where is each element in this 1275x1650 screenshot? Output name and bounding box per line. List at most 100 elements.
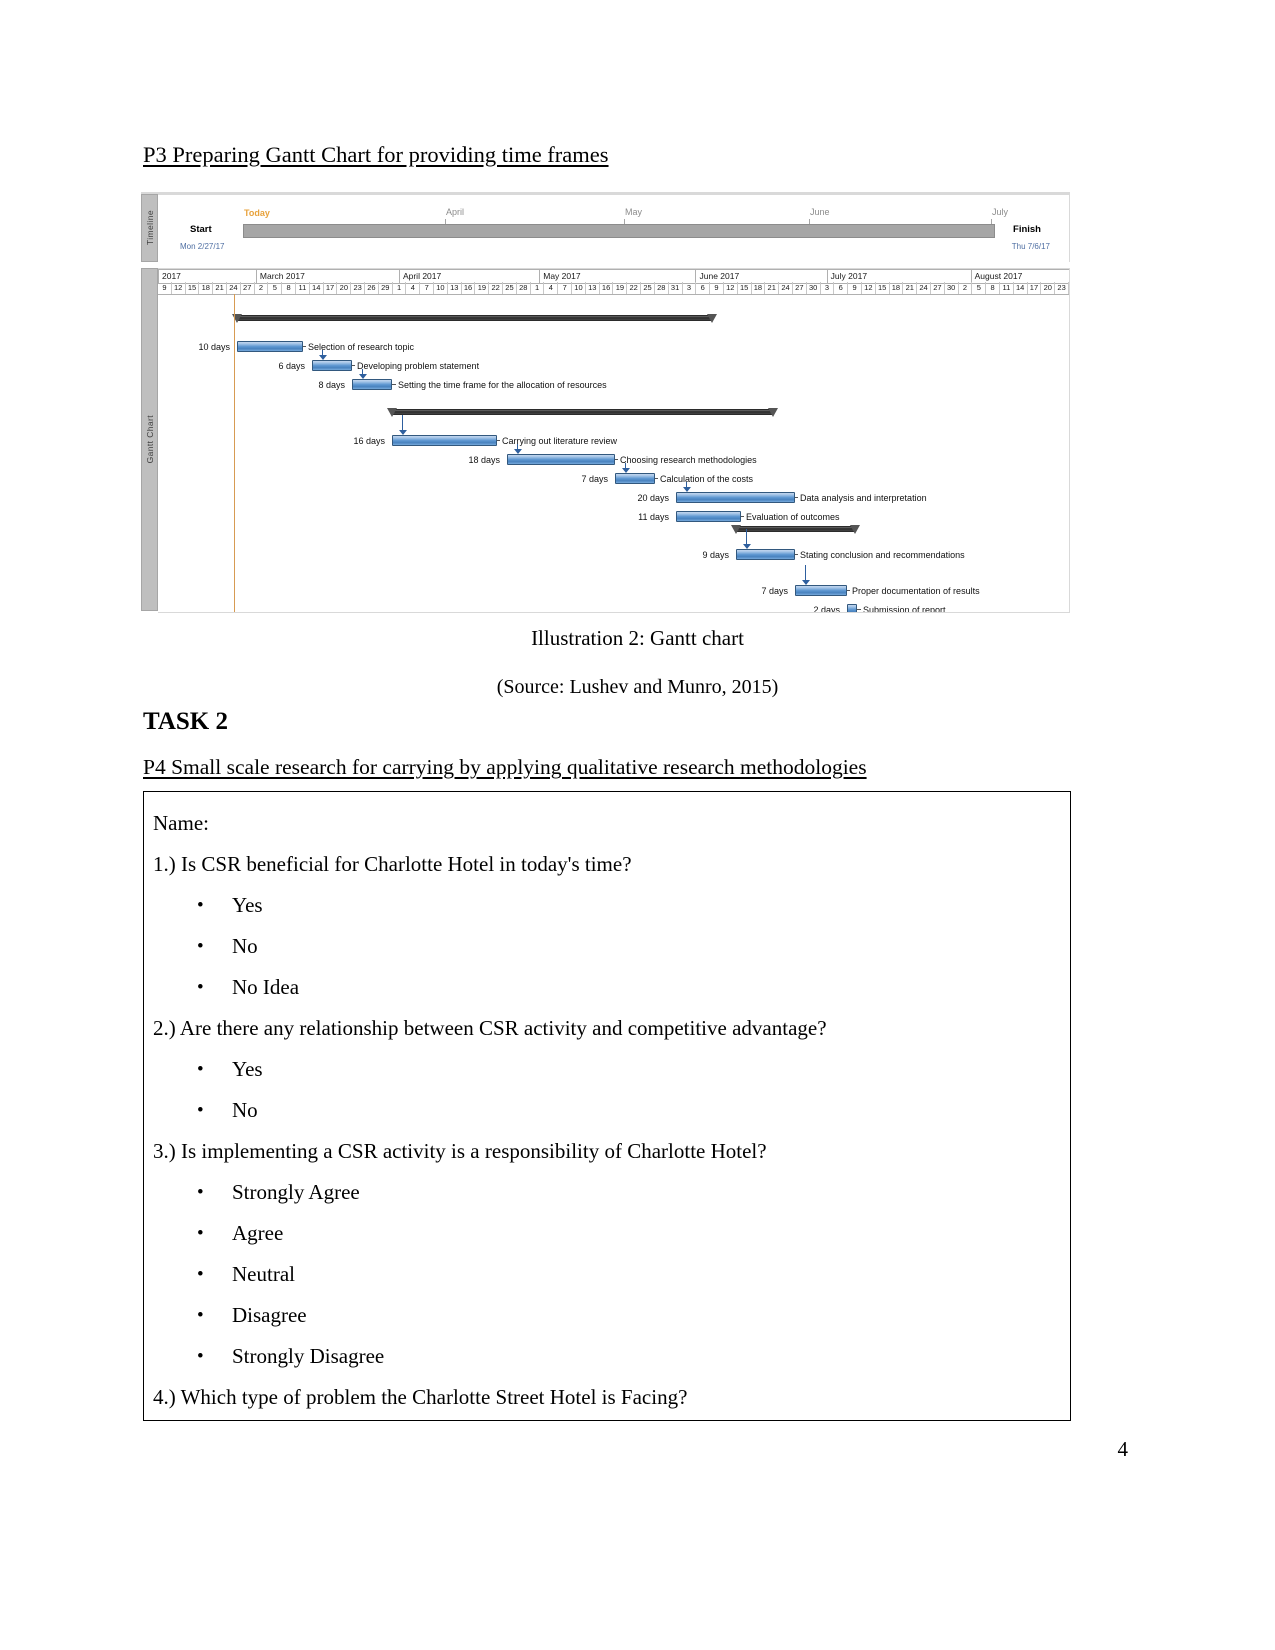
questionnaire-option[interactable]: Neutral [197, 1254, 1070, 1295]
gantt-label-connector [857, 609, 861, 610]
timeline-month-june: June [809, 207, 830, 232]
gantt-duration-label: 2 days [813, 604, 840, 613]
questionnaire-question: 1.) Is CSR beneficial for Charlotte Hote… [153, 852, 632, 876]
gantt-day-cell: 5 [972, 282, 987, 294]
gantt-duration-label: 7 days [761, 585, 788, 596]
gantt-task-label: Stating conclusion and recommendations [800, 549, 965, 560]
questionnaire-option[interactable]: Strongly Agree [197, 1172, 1070, 1213]
gantt-day-cell: 12 [724, 282, 738, 294]
timeline-side-tab: Timeline [141, 194, 158, 262]
gantt-task-bar[interactable] [352, 379, 392, 390]
gantt-task-bar[interactable] [615, 473, 655, 484]
gantt-day-cell: 22 [489, 282, 504, 294]
timeline-month-april: April [444, 207, 465, 232]
gantt-day-cell: 16 [462, 282, 476, 294]
gantt-task-bar[interactable] [736, 549, 795, 560]
gantt-dependency-link [402, 415, 403, 431]
gantt-task-bar[interactable] [237, 341, 303, 352]
timeline-side-tab-label: Timeline [144, 210, 155, 246]
gantt-day-cell: 21 [765, 282, 780, 294]
gantt-day-cell: 5 [268, 282, 283, 294]
gantt-task-bar[interactable] [795, 585, 847, 596]
gantt-day-cell: 11 [296, 282, 310, 294]
questionnaire-option[interactable]: Agree [197, 1213, 1070, 1254]
questionnaire-question: 4.) Which type of problem the Charlotte … [153, 1385, 688, 1409]
gantt-task-bar[interactable] [392, 435, 497, 446]
gantt-summary-bar [392, 409, 773, 415]
questionnaire-option[interactable]: No [197, 926, 1070, 967]
gantt-label-connector [741, 516, 744, 517]
gantt-side-tab-label: Gantt Chart [144, 415, 155, 464]
gantt-label-connector [655, 478, 658, 479]
gantt-day-cell: 4 [544, 282, 559, 294]
gantt-day-cell: 14 [310, 282, 324, 294]
gantt-task-label: Setting the time frame for the allocatio… [398, 379, 607, 390]
gantt-day-cell: 27 [793, 282, 807, 294]
gantt-day-cell: 28 [655, 282, 669, 294]
questionnaire-question: 3.) Is implementing a CSR activity is a … [153, 1139, 767, 1163]
gantt-day-cell: 30 [807, 282, 821, 294]
gantt-task-bar[interactable] [312, 360, 352, 371]
p4-heading: P4 Small scale research for carrying by … [143, 755, 867, 779]
gantt-task-label: Evaluation of outcomes [746, 511, 840, 522]
gantt-duration-label: 20 days [637, 492, 669, 503]
gantt-summary-cap [387, 408, 397, 417]
gantt-day-cell: 21 [213, 282, 227, 294]
gantt-day-cell: 24 [227, 282, 241, 294]
page-number: 4 [1117, 1437, 1129, 1461]
gantt-day-cell: 24 [917, 282, 931, 294]
questionnaire-option-list: YesNo [153, 1049, 1070, 1131]
gantt-day-cell: 25 [641, 282, 655, 294]
gantt-duration-label: 8 days [318, 379, 345, 390]
gantt-task-bar[interactable] [507, 454, 615, 465]
questionnaire-option[interactable]: Yes [197, 1049, 1070, 1090]
gantt-day-cell: 3 [821, 282, 835, 294]
illustration-caption: Illustration 2: Gantt chart [531, 626, 744, 650]
gantt-dependency-link [805, 565, 806, 581]
gantt-summary-cap [768, 408, 778, 417]
gantt-day-cell: 23 [1055, 282, 1069, 294]
gantt-label-connector [303, 346, 306, 347]
gantt-day-cell: 20 [337, 282, 352, 294]
gantt-day-cell: 13 [586, 282, 600, 294]
timeline-start-label: Start [190, 224, 212, 235]
gantt-task-label: Choosing research methodologies [620, 454, 757, 465]
gantt-task-label: Calculation of the costs [660, 473, 754, 484]
questionnaire-option[interactable]: Yes [197, 885, 1070, 926]
gantt-day-cell: 30 [945, 282, 959, 294]
gantt-day-cell: 19 [614, 282, 628, 294]
gantt-day-cell: 9 [710, 282, 724, 294]
gantt-day-cell: 8 [986, 282, 1000, 294]
gantt-day-cell: 19 [475, 282, 490, 294]
gantt-label-connector [615, 459, 618, 460]
gantt-day-cell: 14 [1014, 282, 1028, 294]
questionnaire-option[interactable]: Strongly Disagree [197, 1336, 1070, 1377]
gantt-day-cell: 18 [752, 282, 766, 294]
gantt-day-cell: 20 [1041, 282, 1056, 294]
questionnaire-option[interactable]: No [197, 1090, 1070, 1131]
task2-title: TASK 2 [143, 708, 228, 735]
questionnaire-option[interactable]: Disagree [197, 1295, 1070, 1336]
gantt-day-cell: 29 [379, 282, 393, 294]
gantt-task-label: Selection of research topic [308, 341, 415, 352]
gantt-task-bar[interactable] [847, 604, 857, 612]
gantt-day-cell: 6 [834, 282, 849, 294]
gantt-day-cell: 24 [779, 282, 793, 294]
page-title: P3 Preparing Gantt Chart for providing t… [143, 142, 609, 167]
questionnaire-option-list: Strongly AgreeAgreeNeutralDisagreeStrong… [153, 1172, 1070, 1377]
gantt-duration-label: 11 days [638, 511, 669, 522]
gantt-duration-label: 10 days [198, 341, 230, 352]
gantt-day-cell: 9 [158, 282, 172, 294]
questionnaire-box: Name: 1.) Is CSR beneficial for Charlott… [143, 791, 1071, 1421]
gantt-label-connector [352, 365, 355, 366]
gantt-plot-area: 2017 March 2017 April 2017 May 2017 June 201… [158, 268, 1070, 613]
gantt-day-cell: 27 [241, 282, 255, 294]
gantt-day-cell: 17 [1028, 282, 1042, 294]
gantt-task-label: Data analysis and interpretation [800, 492, 927, 503]
questionnaire-option[interactable]: No Idea [197, 967, 1070, 1008]
timeline-start-date: Mon 2/27/17 [180, 242, 225, 251]
gantt-task-bar[interactable] [676, 492, 795, 503]
timeline-month-may: May [623, 207, 643, 232]
gantt-task-bar[interactable] [676, 511, 741, 522]
gantt-day-cell: 18 [199, 282, 214, 294]
